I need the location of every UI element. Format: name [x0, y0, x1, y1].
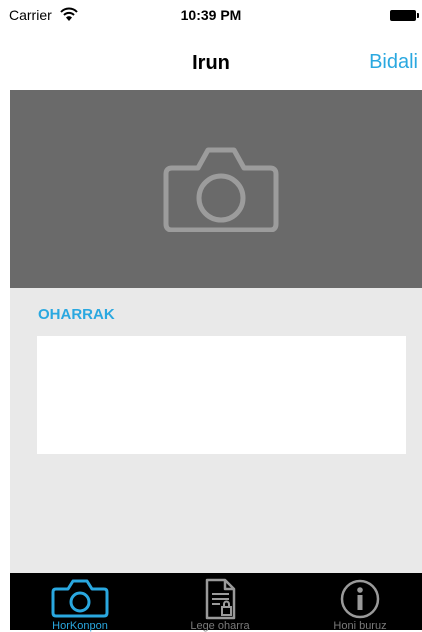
tab-honi-buruz[interactable]: Honi buruz — [305, 573, 415, 632]
tab-label: Lege oharra — [190, 620, 250, 632]
notes-label: OHARRAK — [38, 306, 115, 323]
tab-lege-oharra[interactable]: Lege oharra — [165, 573, 275, 632]
send-button[interactable]: Bidali — [369, 51, 418, 74]
status-time: 10:39 PM — [180, 7, 242, 23]
tab-horkonpon[interactable]: HorKonpon — [25, 573, 135, 632]
status-bar: Carrier 10:39 PM — [0, 0, 422, 30]
battery-icon — [390, 10, 419, 21]
notes-section: OHARRAK — [10, 288, 422, 573]
camera-placeholder-icon — [163, 147, 279, 232]
info-icon — [340, 579, 380, 619]
page-title: Irun — [192, 52, 230, 74]
document-lock-icon — [205, 578, 236, 620]
navigation-bar: Irun Bidali — [0, 30, 422, 90]
tab-bar: HorKonpon Lege oharra Honi buruz — [10, 573, 422, 632]
camera-icon — [51, 579, 109, 618]
tab-label: HorKonpon — [52, 620, 108, 632]
photo-picker[interactable] — [10, 90, 422, 288]
notes-field[interactable] — [37, 336, 406, 454]
tab-label: Honi buruz — [333, 620, 387, 632]
